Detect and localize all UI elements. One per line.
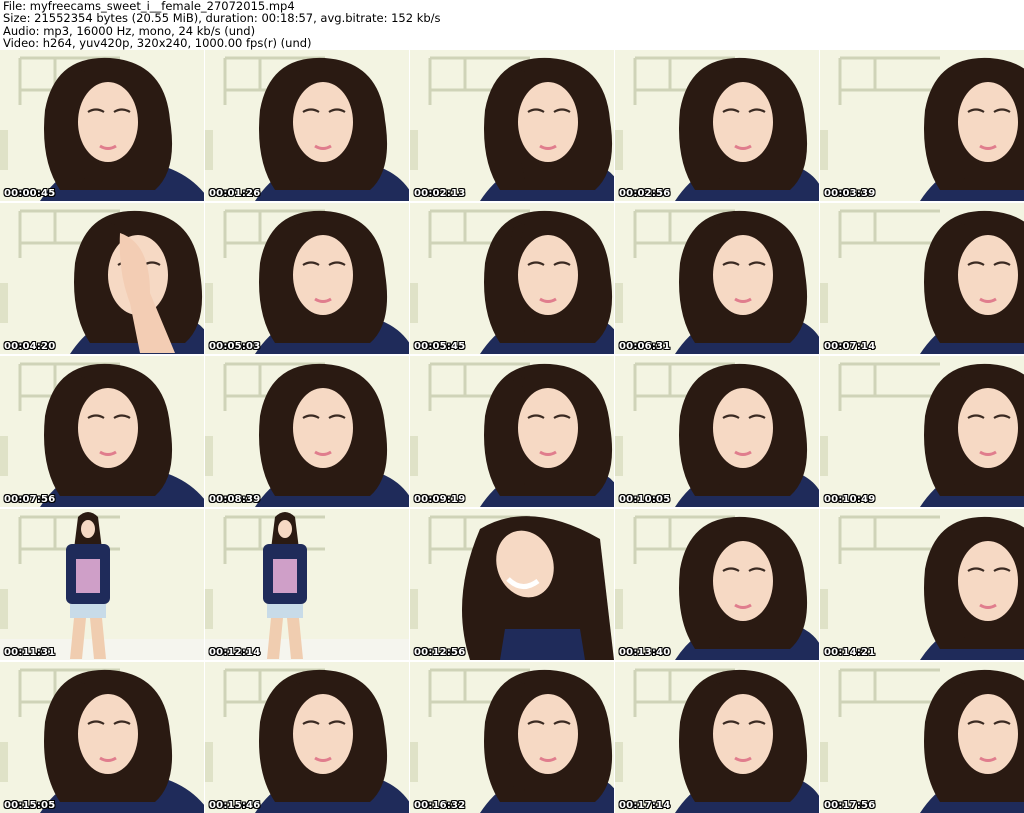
thumbnail-timestamp: 00:05:45 bbox=[414, 341, 466, 352]
video-thumbnail: 00:10:05 bbox=[615, 356, 819, 507]
file-size-line: Size: 21552354 bytes (20.55 MiB), durati… bbox=[3, 11, 441, 26]
thumbnail-frame-image bbox=[205, 203, 409, 354]
thumbnail-frame-image bbox=[205, 509, 409, 660]
video-thumbnail: 00:10:49 bbox=[820, 356, 1024, 507]
thumbnail-timestamp: 00:07:14 bbox=[824, 341, 876, 352]
thumbnail-timestamp: 00:09:19 bbox=[414, 494, 466, 505]
thumbnail-frame-image bbox=[820, 509, 1024, 660]
thumbnail-timestamp: 00:04:20 bbox=[4, 341, 56, 352]
thumbnail-frame-image bbox=[205, 50, 409, 201]
thumbnail-timestamp: 00:08:39 bbox=[209, 494, 261, 505]
video-thumbnail: 00:16:32 bbox=[410, 662, 614, 813]
video-thumbnail: 00:06:31 bbox=[615, 203, 819, 354]
thumbnail-frame-image bbox=[0, 662, 204, 813]
thumbnail-timestamp: 00:00:45 bbox=[4, 188, 56, 199]
thumbnail-frame-image bbox=[0, 50, 204, 201]
thumbnail-frame-image bbox=[0, 356, 204, 507]
thumbnail-timestamp: 00:02:56 bbox=[619, 188, 671, 199]
video-thumbnail: 00:02:13 bbox=[410, 50, 614, 201]
thumbnail-frame-image bbox=[820, 356, 1024, 507]
thumbnail-frame-image bbox=[410, 203, 614, 354]
thumbnail-frame-image bbox=[410, 356, 614, 507]
thumbnail-timestamp: 00:17:14 bbox=[619, 800, 671, 811]
audio-info-line: Audio: mp3, 16000 Hz, mono, 24 kb/s (und… bbox=[3, 23, 256, 38]
thumbnail-grid: 00:00:45 00:01:26 00:02:13 00:02:56 00:03:39… bbox=[0, 50, 1024, 813]
thumbnail-frame-image bbox=[410, 662, 614, 813]
thumbnail-timestamp: 00:02:13 bbox=[414, 188, 466, 199]
thumbnail-frame-image bbox=[0, 203, 204, 354]
thumbnail-frame-image bbox=[615, 50, 819, 201]
thumbnail-frame-image bbox=[0, 509, 204, 660]
thumbnail-frame-image bbox=[820, 662, 1024, 813]
thumbnail-frame-image bbox=[615, 662, 819, 813]
thumbnail-frame-image bbox=[820, 203, 1024, 354]
thumbnail-frame-image bbox=[615, 509, 819, 660]
video-thumbnail: 00:01:26 bbox=[205, 50, 409, 201]
video-info-line: Video: h264, yuv420p, 320x240, 1000.00 f… bbox=[3, 35, 312, 50]
video-thumbnail: 00:07:56 bbox=[0, 356, 204, 507]
thumbnail-timestamp: 00:11:31 bbox=[4, 647, 56, 658]
video-thumbnail: 00:17:14 bbox=[615, 662, 819, 813]
file-info-header: File: myfreecams_sweet_i__female_2707201… bbox=[3, 0, 1018, 50]
video-thumbnail: 00:08:39 bbox=[205, 356, 409, 507]
thumbnail-timestamp: 00:01:26 bbox=[209, 188, 261, 199]
video-thumbnail: 00:00:45 bbox=[0, 50, 204, 201]
thumbnail-frame-image bbox=[410, 50, 614, 201]
thumbnail-timestamp: 00:12:56 bbox=[414, 647, 466, 658]
thumbnail-timestamp: 00:12:14 bbox=[209, 647, 261, 658]
thumbnail-timestamp: 00:15:05 bbox=[4, 800, 56, 811]
thumbnail-frame-image bbox=[820, 50, 1024, 201]
video-thumbnail: 00:15:05 bbox=[0, 662, 204, 813]
thumbnail-timestamp: 00:07:56 bbox=[4, 494, 56, 505]
thumbnail-timestamp: 00:10:05 bbox=[619, 494, 671, 505]
video-thumbnail: 00:13:40 bbox=[615, 509, 819, 660]
video-thumbnail: 00:02:56 bbox=[615, 50, 819, 201]
video-thumbnail: 00:15:46 bbox=[205, 662, 409, 813]
video-thumbnail: 00:11:31 bbox=[0, 509, 204, 660]
thumbnail-frame-image bbox=[615, 203, 819, 354]
thumbnail-frame-image bbox=[410, 509, 614, 660]
video-thumbnail: 00:07:14 bbox=[820, 203, 1024, 354]
video-thumbnail: 00:03:39 bbox=[820, 50, 1024, 201]
thumbnail-timestamp: 00:14:21 bbox=[824, 647, 876, 658]
thumbnail-timestamp: 00:10:49 bbox=[824, 494, 876, 505]
thumbnail-timestamp: 00:05:03 bbox=[209, 341, 261, 352]
video-thumbnail: 00:05:45 bbox=[410, 203, 614, 354]
video-thumbnail: 00:14:21 bbox=[820, 509, 1024, 660]
thumbnail-timestamp: 00:15:46 bbox=[209, 800, 261, 811]
video-thumbnail: 00:12:56 bbox=[410, 509, 614, 660]
video-thumbnail: 00:17:56 bbox=[820, 662, 1024, 813]
video-thumbnail: 00:04:20 bbox=[0, 203, 204, 354]
thumbnail-frame-image bbox=[615, 356, 819, 507]
thumbnail-frame-image bbox=[205, 662, 409, 813]
thumbnail-frame-image bbox=[205, 356, 409, 507]
video-thumbnail: 00:05:03 bbox=[205, 203, 409, 354]
thumbnail-timestamp: 00:03:39 bbox=[824, 188, 876, 199]
thumbnail-timestamp: 00:13:40 bbox=[619, 647, 671, 658]
thumbnail-timestamp: 00:16:32 bbox=[414, 800, 466, 811]
thumbnail-timestamp: 00:06:31 bbox=[619, 341, 671, 352]
video-thumbnail: 00:12:14 bbox=[205, 509, 409, 660]
thumbnail-timestamp: 00:17:56 bbox=[824, 800, 876, 811]
video-thumbnail: 00:09:19 bbox=[410, 356, 614, 507]
